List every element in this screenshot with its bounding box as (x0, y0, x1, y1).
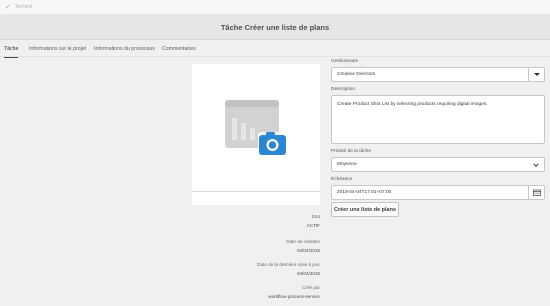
status-field: Etat ACTIF (240, 214, 320, 228)
checkmark-icon[interactable]: ✓ (5, 3, 11, 11)
created-by-value: workflow-process-service (268, 294, 320, 299)
due-date-input[interactable]: 2018-04-04T17:01+07:00 (331, 185, 545, 200)
thumbnail-footer (192, 191, 320, 205)
tab-bar: Tâche Informations sur le projet Informa… (0, 40, 550, 58)
created-by-field: Créé par workflow-process-service (240, 285, 320, 299)
chevron-down-icon (533, 160, 539, 167)
priority-label: Priorité de la tâche (331, 149, 371, 154)
description-value: Create Product Shot List by selecting pr… (337, 102, 488, 107)
description-textarea[interactable]: Create Product Shot List by selecting pr… (331, 95, 545, 144)
assignee-label: Gestionnaire (331, 59, 359, 64)
assignee-select[interactable]: Creative Directors (331, 67, 545, 82)
status-label: Etat (311, 214, 320, 219)
due-date-value: 2018-04-04T17:01+07:00 (337, 190, 392, 195)
priority-select[interactable]: Moyenne (331, 157, 545, 172)
image-camera-placeholder-icon (225, 100, 286, 155)
created-label: Date de création (286, 239, 320, 244)
title-bar: Tâche Créer une liste de plans (0, 15, 550, 40)
created-by-label: Créé par (302, 285, 320, 290)
modified-field: Date de la dernière mise à jour 04/04/20… (240, 262, 320, 276)
modified-label: Date de la dernière mise à jour (257, 262, 320, 267)
assignee-dropdown-button[interactable] (528, 68, 544, 81)
asset-thumbnail (192, 64, 320, 191)
done-button[interactable]: Terminé (15, 4, 33, 10)
tab-process-info[interactable]: Informations du processus (94, 40, 155, 57)
due-date-label: Échéance (331, 177, 353, 182)
create-shot-list-button[interactable]: Créer une liste de plans (331, 202, 399, 217)
assignee-value: Creative Directors (337, 72, 376, 77)
calendar-icon (532, 189, 541, 196)
tab-task[interactable]: Tâche (4, 40, 19, 58)
tab-project-info[interactable]: Informations sur le projet (29, 40, 86, 57)
priority-value: Moyenne (337, 162, 357, 167)
created-value: 04/04/2018 (297, 248, 320, 253)
created-field: Date de création 04/04/2018 (240, 239, 320, 253)
tab-comments[interactable]: Commentaires (162, 40, 196, 57)
top-action-bar: ✓ Terminé (0, 0, 550, 15)
modified-value: 04/04/2018 (297, 271, 320, 276)
calendar-button[interactable] (528, 186, 544, 199)
description-label: Description (331, 87, 355, 92)
caret-down-icon (533, 73, 540, 76)
status-value: ACTIF (306, 223, 320, 228)
page-title: Tâche Créer une liste de plans (220, 22, 330, 32)
